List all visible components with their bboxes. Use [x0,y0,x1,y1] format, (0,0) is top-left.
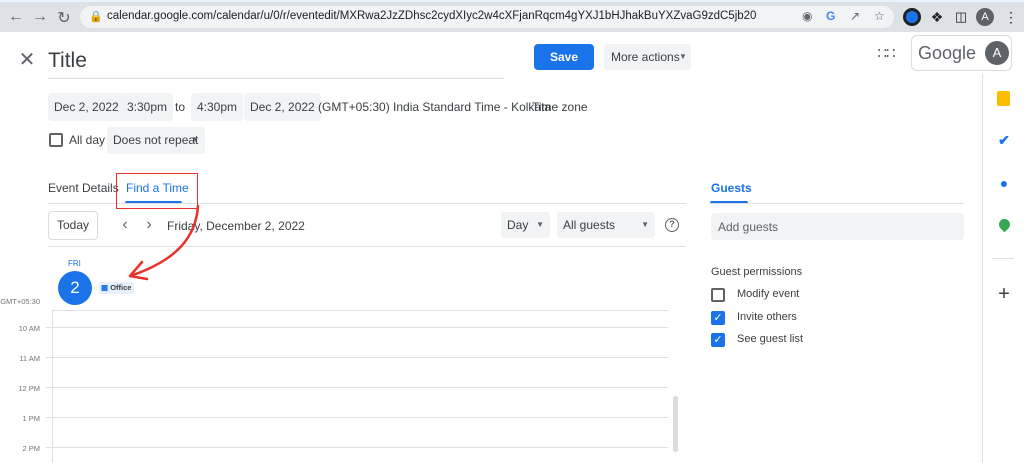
timezone-text[interactable]: (GMT+05:30) India Standard Time - Kolkat… [318,100,551,114]
reload-icon[interactable]: ↻ [54,8,74,28]
grid-line [46,327,668,328]
eye-icon[interactable]: ◉ [802,9,812,23]
grid-line [46,447,668,448]
caret-down-icon: ▼ [641,220,649,229]
grid-line [46,357,668,358]
all-day-checkbox[interactable] [49,133,63,147]
to-label: to [175,100,186,114]
guests-divider [710,203,964,204]
caret-down-icon: ▼ [536,220,544,229]
end-time-chip[interactable]: 4:30pm [191,93,244,121]
see-guest-list-checkbox[interactable]: ✓ [711,333,725,347]
see-guest-list-label: See guest list [737,333,804,345]
side-panel-separator [992,258,1014,259]
hour-label: 11 AM [19,354,40,363]
more-actions-button[interactable]: More actions ▼ [604,44,691,70]
grid-line [52,310,668,311]
google-logo: Google [918,43,977,63]
event-edit-page: ✕ Title Save More actions ▼ ∷∷ Google A … [0,32,1024,463]
apps-grid-icon[interactable]: ∷∷ [876,44,896,62]
caret-down-icon: ▼ [191,135,199,144]
building-icon: ▦ [101,283,109,292]
modify-event-checkbox[interactable] [711,288,725,302]
account-avatar[interactable]: A [985,41,1009,65]
grid-line [46,387,668,388]
maps-pin-shape [996,216,1013,233]
add-addon-icon[interactable]: + [995,283,1013,305]
puzzle-icon[interactable]: ❖ [928,8,946,26]
contacts-icon[interactable]: ● [995,175,1013,193]
guest-permissions-title: Guest permissions [711,266,803,278]
repeat-value: Does not repeat [113,133,199,147]
sidebar-icon[interactable]: ◫ [952,8,970,26]
lock-icon: 🔒 [89,11,103,23]
keep-icon[interactable] [995,90,1013,108]
end-date-chip[interactable]: Dec 2, 2022 [244,93,321,121]
caret-down-icon: ▼ [679,52,687,61]
start-time-chip[interactable]: 3:30pm [121,93,174,121]
menu-icon[interactable]: ⋮ [1002,8,1020,26]
modify-event-label: Modify event [737,288,800,300]
invite-others-checkbox[interactable]: ✓ [711,311,725,325]
address-bar[interactable]: 🔒 calendar.google.com/calendar/u/0/r/eve… [80,6,894,28]
share-icon[interactable]: ↗ [850,9,860,23]
hour-label: 2 PM [22,444,40,453]
side-panel-divider [982,74,983,463]
extension-icon[interactable] [903,8,921,26]
start-date-chip[interactable]: Dec 2, 2022 [48,93,125,121]
star-icon[interactable]: ☆ [874,9,885,23]
close-icon[interactable]: ✕ [16,47,38,72]
grid-scrollbar[interactable] [673,396,678,452]
add-guests-placeholder: Add guests [718,220,779,234]
google-account-box[interactable]: Google A [911,35,1012,71]
help-icon[interactable]: ? [665,218,679,232]
today-button[interactable]: Today [48,211,98,240]
repeat-select[interactable]: Does not repeat ▼ [107,127,205,154]
hour-label: 1 PM [22,414,40,423]
browser-toolbar: ← → ↻ 🔒 calendar.google.com/calendar/u/0… [0,0,1024,32]
forward-icon[interactable]: → [30,8,50,26]
grid-line [46,417,668,418]
timezone-link[interactable]: Time zone [532,100,588,114]
checkmark-icon: ✓ [713,312,723,324]
all-day-label: All day [69,133,106,147]
office-location-chip[interactable]: ▦ Office [99,282,135,294]
save-button[interactable]: Save [534,44,594,70]
invite-others-label: Invite others [737,311,797,323]
guests-filter-value: All guests [563,218,616,232]
add-guests-input[interactable]: Add guests [711,213,964,240]
maps-icon[interactable] [995,216,1013,236]
back-icon[interactable]: ← [6,8,26,26]
guests-tab[interactable]: Guests [711,181,752,195]
office-label: Office [110,283,132,292]
day-name: FRI [68,259,81,268]
hour-label: 10 AM [18,324,40,333]
title-field[interactable]: Title [48,45,504,79]
annotation-arrow [128,204,200,281]
url-text[interactable]: calendar.google.com/calendar/u/0/r/event… [107,10,756,22]
tab-event-details[interactable]: Event Details [48,181,119,195]
title-input[interactable]: Title [48,49,87,73]
day-number-badge[interactable]: 2 [58,271,92,305]
profile-avatar[interactable]: A [976,8,994,26]
more-actions-label: More actions [611,50,680,64]
tasks-icon[interactable]: ✔ [995,132,1013,150]
keep-icon-shape [997,91,1010,106]
google-translate-icon[interactable]: G [826,9,835,23]
view-value: Day [507,218,529,232]
checkmark-icon: ✓ [713,334,723,346]
hour-label: 12 PM [18,384,40,393]
view-select[interactable]: Day ▼ [501,212,550,238]
gmt-label: GMT+05:30 [0,297,40,306]
guests-filter-select[interactable]: All guests ▼ [557,212,655,238]
